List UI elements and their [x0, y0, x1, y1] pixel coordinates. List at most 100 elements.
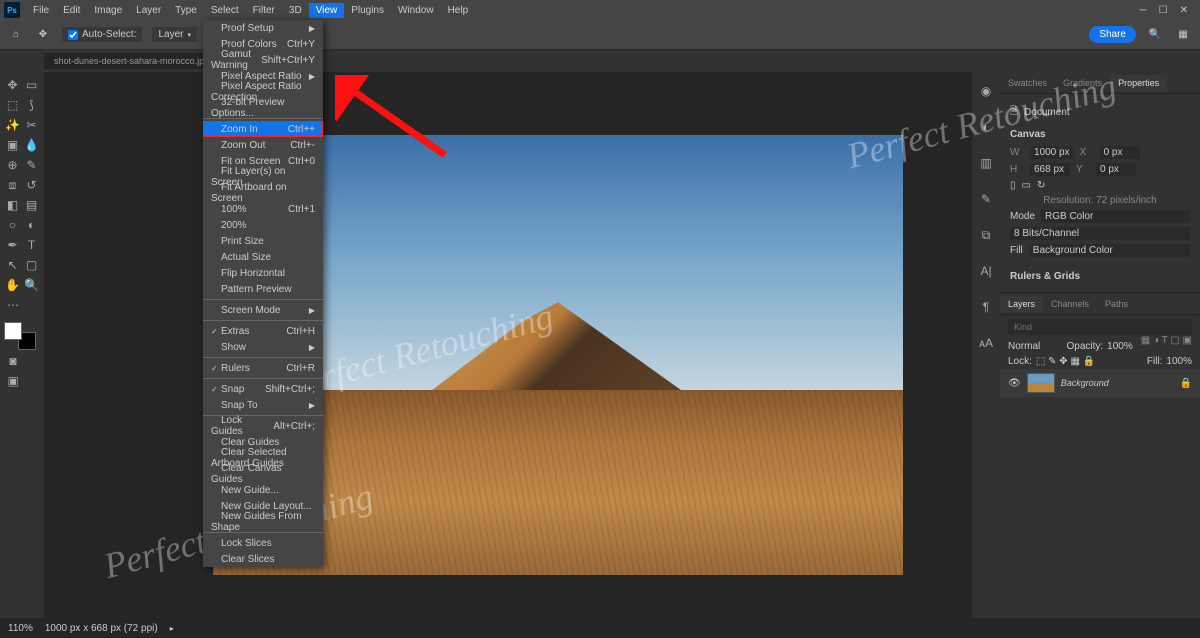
hand-tool[interactable]: ✋	[4, 276, 21, 294]
y-input[interactable]: 0 px	[1096, 163, 1136, 176]
menu-item-flip-horizontal[interactable]: Flip Horizontal	[203, 265, 323, 281]
menu-item-32-bit-preview-options-: 32-bit Preview Options...	[203, 100, 323, 116]
mode-select[interactable]: RGB Color	[1041, 210, 1190, 223]
lock-icon[interactable]: 🔒	[1180, 378, 1192, 389]
menu-item-zoom-in[interactable]: Zoom InCtrl++	[203, 121, 323, 137]
menu-item-rulers[interactable]: ✓RulersCtrl+R	[203, 360, 323, 376]
menu-item-actual-size[interactable]: Actual Size	[203, 249, 323, 265]
visibility-icon[interactable]: 👁	[1008, 378, 1021, 389]
maximize-icon[interactable]: ☐	[1159, 5, 1168, 16]
menu-item-fit-artboard-on-screen: Fit Artboard on Screen	[203, 185, 323, 201]
tab-gradients[interactable]: Gradients	[1055, 75, 1110, 91]
height-input[interactable]: 668 px	[1030, 163, 1070, 176]
tab-layers[interactable]: Layers	[1000, 296, 1043, 312]
menu-item-pattern-preview[interactable]: Pattern Preview	[203, 281, 323, 297]
blend-mode[interactable]: Normal	[1008, 341, 1062, 352]
menu-item-snap[interactable]: ✓SnapShift+Ctrl+;	[203, 381, 323, 397]
layer-search[interactable]	[1008, 319, 1192, 335]
menu-item-lock-guides[interactable]: Lock GuidesAlt+Ctrl+;	[203, 418, 323, 434]
layers-panel: LayersChannelsPaths ▦ ◑ T ▢ ▣ NormalOpac…	[1000, 292, 1200, 618]
lasso-tool[interactable]: ⟆	[23, 96, 40, 114]
close-icon[interactable]: ✕	[1180, 5, 1188, 16]
menu-select[interactable]: Select	[204, 3, 246, 18]
frame-tool[interactable]: ▣	[4, 136, 21, 154]
quickmask-tool[interactable]: ◙	[4, 352, 22, 370]
layer-row[interactable]: 👁 Background 🔒	[1000, 369, 1200, 397]
history-brush[interactable]: ↺	[23, 176, 40, 194]
document-tab-bar: shot-dunes-desert-sahara-morocco.jpg @ 1…	[0, 50, 1200, 72]
brush-tool[interactable]: ✎	[23, 156, 40, 174]
menu-item-extras[interactable]: ✓ExtrasCtrl+H	[203, 323, 323, 339]
artboard-tool[interactable]: ▭	[23, 76, 40, 94]
marquee-tool[interactable]: ⬚	[4, 96, 21, 114]
color-panel-icon[interactable]: ◉	[977, 82, 995, 100]
pen-tool[interactable]: ✒	[4, 236, 21, 254]
menu-item-print-size[interactable]: Print Size	[203, 233, 323, 249]
menu-3d[interactable]: 3D	[282, 3, 309, 18]
path-tool[interactable]: ↖	[4, 256, 21, 274]
menu-type[interactable]: Type	[168, 3, 204, 18]
tab-channels[interactable]: Channels	[1043, 296, 1097, 312]
layer-select[interactable]: Layer ▾	[152, 27, 197, 42]
paragraph-icon[interactable]: ¶	[977, 298, 995, 316]
menu-edit[interactable]: Edit	[56, 3, 87, 18]
minimize-icon[interactable]: ─	[1140, 5, 1147, 16]
shape-tool[interactable]: ▢	[23, 256, 40, 274]
orientation-landscape[interactable]: ▭	[1022, 180, 1031, 191]
move-tool[interactable]: ✥	[4, 76, 21, 94]
crop-tool[interactable]: ✂	[23, 116, 40, 134]
layer-thumbnail[interactable]	[1027, 373, 1055, 393]
wand-tool[interactable]: ✨	[4, 116, 21, 134]
clone-panel-icon[interactable]: ⧉	[977, 226, 995, 244]
glyphs-icon[interactable]: ᴀA	[977, 334, 995, 352]
share-button[interactable]: Share	[1089, 26, 1136, 43]
move-tool-icon[interactable]: ✥	[34, 26, 52, 44]
heal-tool[interactable]: ⊕	[4, 156, 21, 174]
menu-layer[interactable]: Layer	[129, 3, 168, 18]
type-tool[interactable]: T	[23, 236, 40, 254]
width-input[interactable]: 1000 px	[1030, 146, 1074, 159]
adjustments-icon[interactable]: ◐	[977, 118, 995, 136]
orientation-portrait[interactable]: ▯	[1010, 180, 1016, 191]
brush-panel-icon[interactable]: ✎	[977, 190, 995, 208]
eraser-tool[interactable]: ◧	[4, 196, 21, 214]
menu-filter[interactable]: Filter	[246, 3, 282, 18]
blur-tool[interactable]: ○	[4, 216, 21, 234]
zoom-tool[interactable]: 🔍	[23, 276, 40, 294]
menu-item-screen-mode[interactable]: Screen Mode▶	[203, 302, 323, 318]
color-swatches[interactable]	[4, 322, 36, 350]
menu-window[interactable]: Window	[391, 3, 441, 18]
tab-paths[interactable]: Paths	[1097, 296, 1136, 312]
tab-swatches[interactable]: Swatches	[1000, 75, 1055, 91]
menu-item-lock-slices[interactable]: Lock Slices	[203, 535, 323, 551]
stamp-tool[interactable]: ⧈	[4, 176, 21, 194]
auto-select-toggle[interactable]: Auto-Select:	[62, 27, 142, 42]
menu-view[interactable]: View	[309, 3, 345, 18]
more-tools[interactable]: ⋯	[4, 296, 22, 314]
zoom-level[interactable]: 110%	[8, 623, 33, 634]
menu-item-show[interactable]: Show▶	[203, 339, 323, 355]
menu-item-snap-to[interactable]: Snap To▶	[203, 397, 323, 413]
libraries-icon[interactable]: ▥	[977, 154, 995, 172]
character-icon[interactable]: A|	[977, 262, 995, 280]
home-icon[interactable]: ⌂	[8, 27, 24, 43]
menu-plugins[interactable]: Plugins	[344, 3, 391, 18]
bits-select[interactable]: 8 Bits/Channel	[1010, 227, 1190, 240]
search-icon[interactable]: 🔍	[1146, 26, 1164, 44]
tab-properties[interactable]: Properties	[1110, 75, 1167, 91]
menu-help[interactable]: Help	[441, 3, 476, 18]
menu-image[interactable]: Image	[87, 3, 129, 18]
rotate-icon[interactable]: ↻	[1037, 180, 1045, 191]
fill-select[interactable]: Background Color	[1029, 244, 1190, 257]
menu-item-zoom-out[interactable]: Zoom OutCtrl+-	[203, 137, 323, 153]
menu-item-proof-setup[interactable]: Proof Setup▶	[203, 20, 323, 36]
gradient-tool[interactable]: ▤	[23, 196, 40, 214]
menu-file[interactable]: File	[26, 3, 56, 18]
menu-item-200-[interactable]: 200%	[203, 217, 323, 233]
menu-item-gamut-warning[interactable]: Gamut WarningShift+Ctrl+Y	[203, 52, 323, 68]
screenmode-tool[interactable]: ▣	[4, 372, 22, 390]
dodge-tool[interactable]: ◐	[23, 216, 40, 234]
x-input[interactable]: 0 px	[1100, 146, 1140, 159]
workspace-icon[interactable]: ▦	[1174, 26, 1192, 44]
eyedrop-tool[interactable]: 💧	[23, 136, 40, 154]
